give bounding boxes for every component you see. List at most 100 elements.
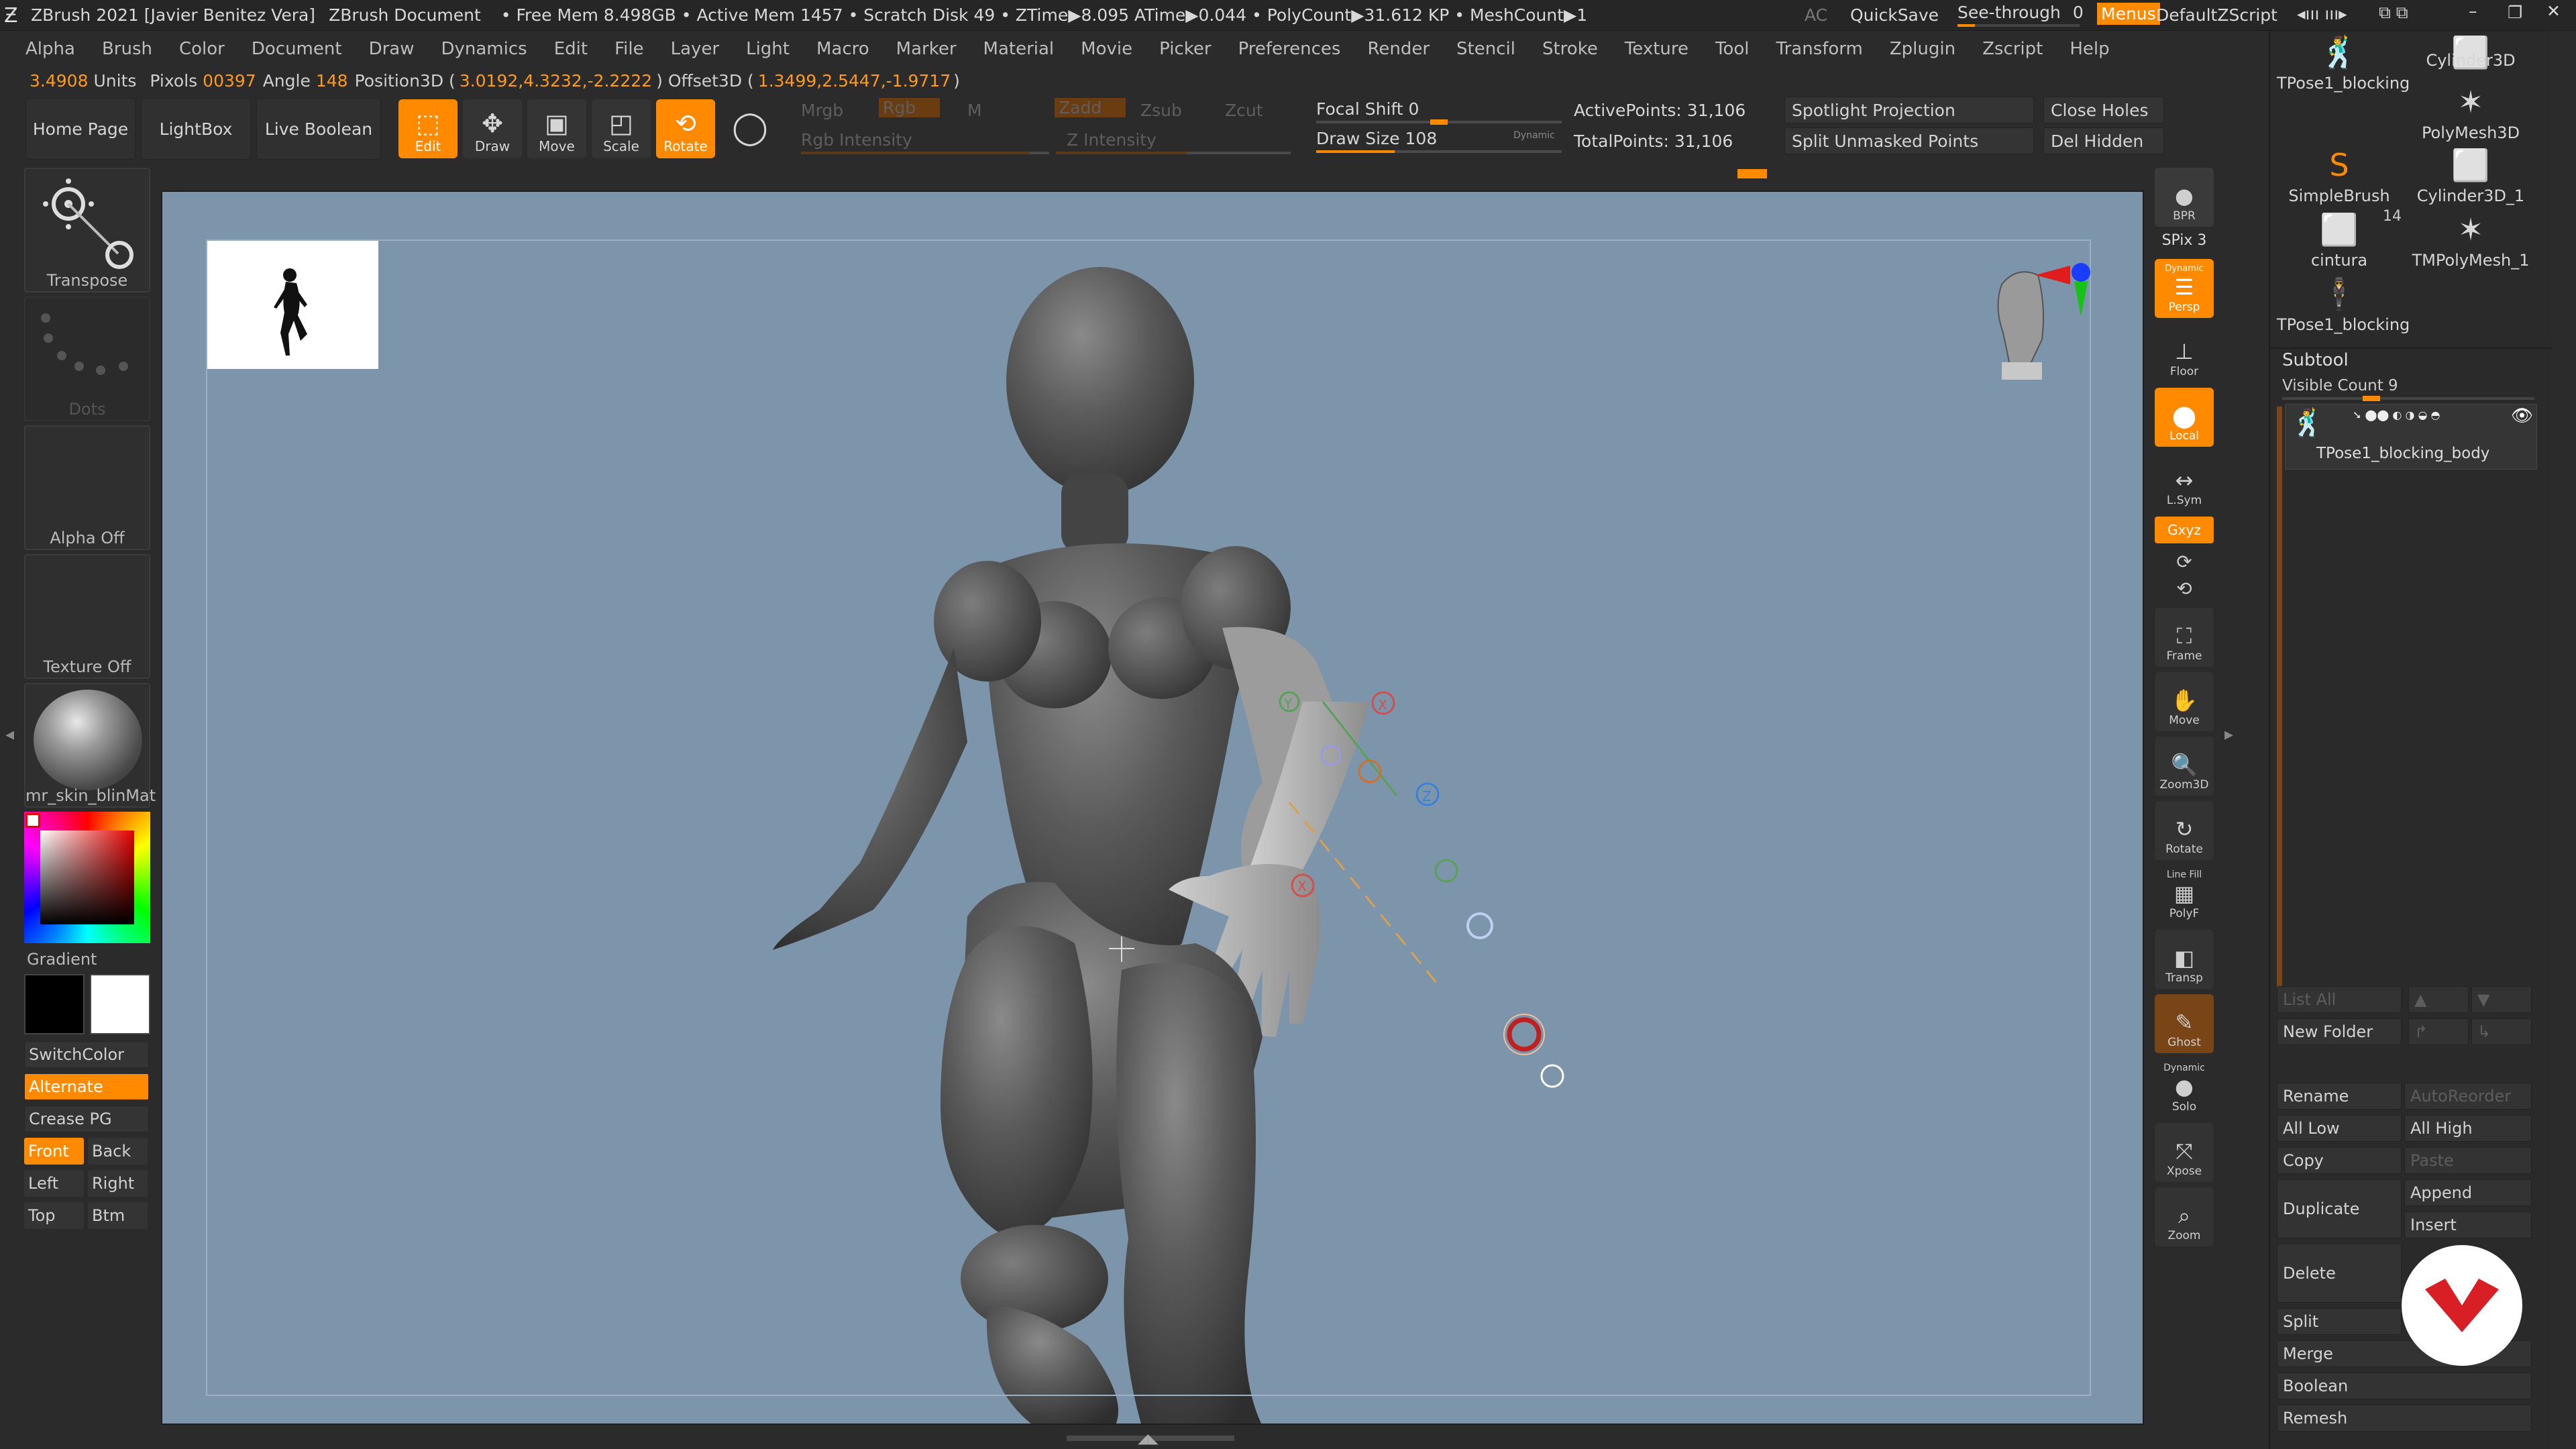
tool-thumb-tpose1-blocking-2[interactable]: 🕴 TPose1_blocking <box>2277 272 2410 337</box>
focal-shift-track[interactable] <box>1316 119 1562 125</box>
floor-button[interactable]: ⊥ Floor <box>2155 323 2214 382</box>
spix-control[interactable]: SPix 3 <box>2155 232 2214 259</box>
menu-dynamics[interactable]: Dynamics <box>441 39 527 59</box>
ac-label[interactable]: AC <box>1805 5 1827 25</box>
remesh-button[interactable]: Remesh <box>2277 1405 2532 1432</box>
move-mode-button[interactable]: ▣ Move <box>527 99 586 158</box>
see-through-slider[interactable]: See-through 0 <box>1957 3 2084 28</box>
visible-count-slider[interactable]: Visible Count 9 <box>2282 377 2398 394</box>
m-button[interactable]: M <box>967 101 982 120</box>
visibility-eye-icon[interactable]: 👁 <box>2511 406 2533 426</box>
split-unmasked-button[interactable]: Split Unmasked Points <box>1784 127 2034 154</box>
back-view-button[interactable]: Back <box>88 1138 148 1165</box>
transp-button[interactable]: ◧ Transp <box>2155 930 2214 989</box>
home-page-button[interactable]: Home Page <box>25 98 136 160</box>
tool-thumb-polymesh3d[interactable]: ✶ PolyMesh3D <box>2408 80 2533 145</box>
local-button[interactable]: ⬤ Local <box>2155 388 2214 447</box>
zsub-button[interactable]: Zsub <box>1140 101 1182 120</box>
rotation-axis-icons[interactable]: ⟳ ⟲ <box>2155 549 2214 602</box>
saturation-square[interactable] <box>40 830 134 924</box>
menu-transform[interactable]: Transform <box>1776 39 1863 59</box>
right-collapse-arrow-icon[interactable]: ▸ <box>2224 724 2233 745</box>
visible-count-track[interactable] <box>2282 396 2534 401</box>
tool-thumb-cylinder3d-1[interactable]: ⬜ Cylinder3D_1 <box>2408 144 2533 208</box>
move-up-icon[interactable]: ▲ <box>2408 986 2469 1013</box>
move-view-button[interactable]: ✋ Move <box>2155 672 2214 731</box>
menu-picker[interactable]: Picker <box>1159 39 1211 59</box>
menu-layer[interactable]: Layer <box>671 39 720 59</box>
menu-light[interactable]: Light <box>746 39 790 59</box>
menu-draw[interactable]: Draw <box>369 39 415 59</box>
alternate-button[interactable]: Alternate <box>24 1073 149 1100</box>
left-collapse-arrow-icon[interactable]: ◂ <box>5 724 14 745</box>
subtool-item[interactable]: 🕺 ➘ ⬤⬤ ◐ ◑ ◒ ◓ 👁 TPose1_blocking_body <box>2285 404 2537 470</box>
maximize-icon[interactable]: ❐ <box>2508 3 2522 22</box>
all-low-button[interactable]: All Low <box>2277 1115 2402 1142</box>
menu-marker[interactable]: Marker <box>896 39 957 59</box>
split-button[interactable]: Split <box>2277 1308 2402 1335</box>
rename-button[interactable]: Rename <box>2277 1083 2402 1110</box>
menu-alpha[interactable]: Alpha <box>25 39 75 59</box>
character-model[interactable]: X Z Y X <box>162 192 2144 1425</box>
rotate-view-button[interactable]: ↻ Rotate <box>2155 801 2214 860</box>
menu-stroke[interactable]: Stroke <box>1542 39 1598 59</box>
dynamic-label[interactable]: Dynamic <box>1513 130 1555 141</box>
menu-macro[interactable]: Macro <box>816 39 869 59</box>
zadd-button[interactable]: Zadd <box>1055 98 1126 117</box>
menu-tool[interactable]: Tool <box>1715 39 1750 59</box>
right-view-button[interactable]: Right <box>88 1170 148 1197</box>
persp-button[interactable]: Dynamic ☰ Persp <box>2155 259 2214 318</box>
front-view-button[interactable]: Front <box>24 1138 84 1165</box>
zcut-button[interactable]: Zcut <box>1225 101 1263 120</box>
del-hidden-button[interactable]: Del Hidden <box>2043 127 2164 154</box>
menu-texture[interactable]: Texture <box>1625 39 1688 59</box>
menu-zplugin[interactable]: Zplugin <box>1890 39 1955 59</box>
paste-button[interactable]: Paste <box>2404 1147 2532 1174</box>
xpose-button[interactable]: ⤧ Xpose <box>2155 1123 2214 1182</box>
top-view-button[interactable]: Top <box>24 1202 84 1229</box>
bpr-button[interactable]: ● BPR <box>2155 168 2214 227</box>
menu-stencil[interactable]: Stencil <box>1456 39 1515 59</box>
frame-button[interactable]: ⛶ Frame <box>2155 608 2214 667</box>
live-boolean-button[interactable]: Live Boolean <box>256 98 381 160</box>
z-intensity-slider[interactable]: Z Intensity <box>1067 130 1157 150</box>
menu-color[interactable]: Color <box>179 39 225 59</box>
close-icon[interactable]: ✕ <box>2546 1 2561 21</box>
menu-edit[interactable]: Edit <box>554 39 588 59</box>
mrgb-button[interactable]: Mrgb <box>801 101 843 120</box>
rgb-button[interactable]: Rgb <box>879 98 941 117</box>
subtool-header[interactable]: Subtool <box>2282 350 2349 370</box>
secondary-color-swatch[interactable] <box>24 974 85 1034</box>
transpose-brush-slot[interactable]: Transpose <box>24 168 150 292</box>
alpha-slot[interactable]: Alpha Off <box>24 425 150 550</box>
rgb-intensity-slider[interactable]: Rgb Intensity <box>801 130 912 150</box>
quicksave-button[interactable]: QuickSave <box>1850 5 1939 25</box>
autoreorder-button[interactable]: AutoReorder <box>2404 1083 2532 1110</box>
menu-document[interactable]: Document <box>252 39 342 59</box>
subtool-scrollbar[interactable] <box>2277 407 2282 1010</box>
sphere-brush-button[interactable]: ◯ <box>720 99 780 158</box>
insert-button[interactable]: Insert <box>2404 1212 2532 1238</box>
main-color-swatch[interactable] <box>90 974 150 1034</box>
window-layout-icon[interactable]: ⧉ ⧉ <box>2379 3 2408 23</box>
scale-mode-button[interactable]: ◰ Scale <box>592 99 651 158</box>
lsym-button[interactable]: ↔ L.Sym <box>2155 452 2214 511</box>
edit-mode-button[interactable]: ⬚ Edit <box>398 99 458 158</box>
gradient-button[interactable]: Gradient <box>24 947 150 970</box>
tool-thumb-tmpolymesh-1[interactable]: ✶ TMPolyMesh_1 <box>2408 208 2533 272</box>
left-view-button[interactable]: Left <box>24 1170 84 1197</box>
lightbox-button[interactable]: LightBox <box>141 98 251 160</box>
menu-render[interactable]: Render <box>1367 39 1430 59</box>
bottom-view-button[interactable]: Btm <box>88 1202 148 1229</box>
menu-help[interactable]: Help <box>2070 39 2109 59</box>
viewport-canvas[interactable]: X Z Y X <box>161 191 2144 1425</box>
material-slot[interactable]: mr_skin_blinMat <box>24 683 156 808</box>
menu-movie[interactable]: Movie <box>1081 39 1132 59</box>
menus-toggle[interactable]: Menus <box>2097 3 2160 25</box>
move-down-icon[interactable]: ▼ <box>2471 986 2532 1013</box>
duplicate-button[interactable]: Duplicate <box>2277 1179 2402 1238</box>
menu-preferences[interactable]: Preferences <box>1238 39 1341 59</box>
delete-button[interactable]: Delete <box>2277 1244 2402 1303</box>
rgb-intensity-track[interactable] <box>801 152 1049 154</box>
new-folder-button[interactable]: New Folder <box>2277 1018 2402 1045</box>
